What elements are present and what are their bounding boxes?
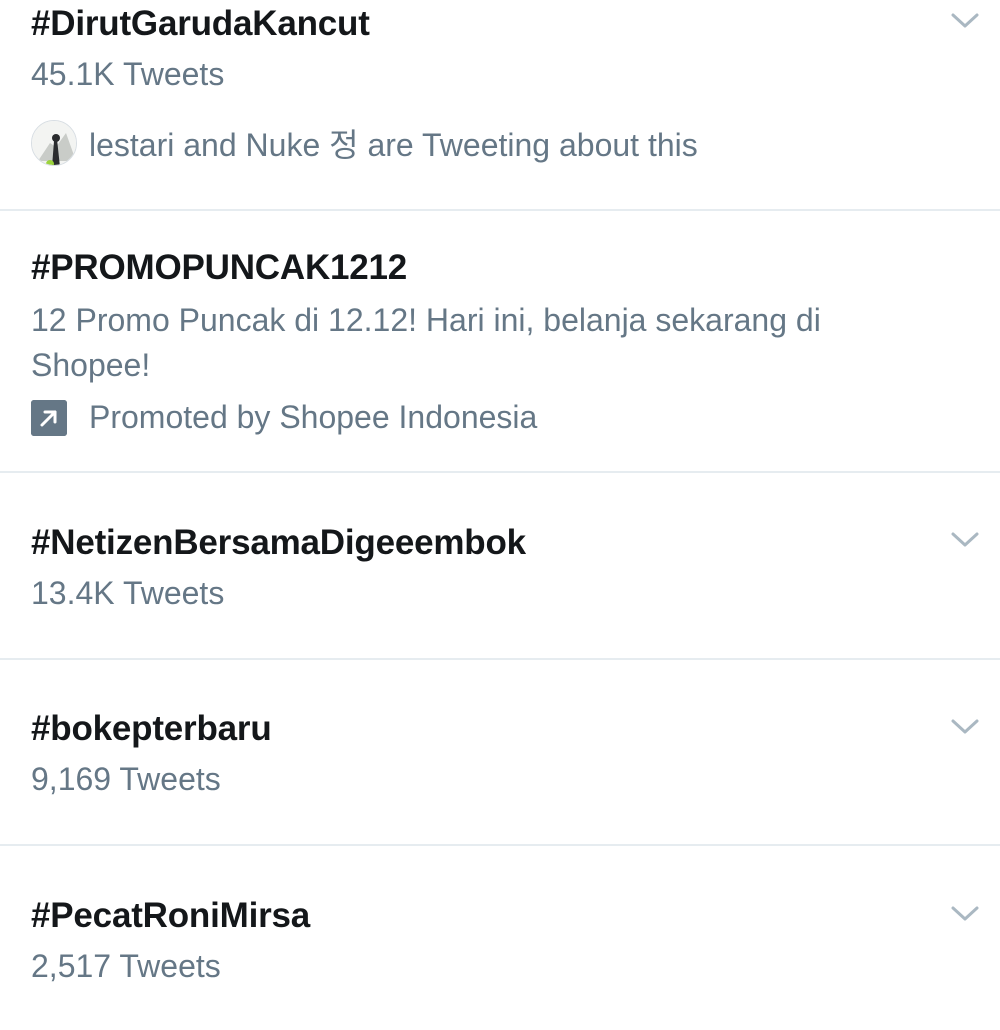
trend-item-netizenbersamadigeeembok[interactable]: #NetizenBersamaDigeeembok 13.4K Tweets (0, 473, 1000, 660)
trend-item-dirutgarudakancut[interactable]: #DirutGarudaKancut 45.1K Tweets lestari … (0, 0, 1000, 211)
promoted-description: 12 Promo Puncak di 12.12! Hari ini, bela… (31, 302, 821, 383)
trend-tweet-count: 9,169 Tweets (31, 761, 221, 797)
trend-tweet-count: 45.1K Tweets (31, 56, 225, 92)
trend-hashtag[interactable]: #bokepterbaru (31, 709, 272, 749)
trend-item-promoted[interactable]: #PROMOPUNCAK1212 12 Promo Puncak di 12.1… (0, 211, 1000, 473)
trend-hashtag[interactable]: #PecatRoniMirsa (31, 896, 310, 936)
trend-tweet-count: 2,517 Tweets (31, 948, 221, 984)
trend-item-pecatronimirsa[interactable]: #PecatRoniMirsa 2,517 Tweets (0, 846, 1000, 1030)
promoted-label: Promoted by Shopee Indonesia (31, 399, 537, 436)
chevron-down-icon[interactable] (948, 10, 982, 32)
trend-hashtag[interactable]: #PROMOPUNCAK1212 (31, 248, 407, 288)
chevron-down-icon[interactable] (948, 903, 982, 925)
trend-hashtag[interactable]: #DirutGarudaKancut (31, 4, 370, 44)
social-context-text: lestari and Nuke 정 are Tweeting about th… (89, 127, 698, 163)
trend-item-bokepterbaru[interactable]: #bokepterbaru 9,169 Tweets (0, 660, 1000, 846)
social-context: lestari and Nuke 정 are Tweeting about th… (31, 118, 698, 168)
chevron-down-icon[interactable] (948, 529, 982, 551)
promoted-by-text: Promoted by Shopee Indonesia (89, 399, 538, 435)
trend-tweet-count: 13.4K Tweets (31, 575, 225, 611)
promoted-arrow-icon (31, 399, 67, 436)
avatar (31, 120, 77, 166)
chevron-down-icon[interactable] (948, 716, 982, 738)
trend-hashtag[interactable]: #NetizenBersamaDigeeembok (31, 523, 526, 563)
